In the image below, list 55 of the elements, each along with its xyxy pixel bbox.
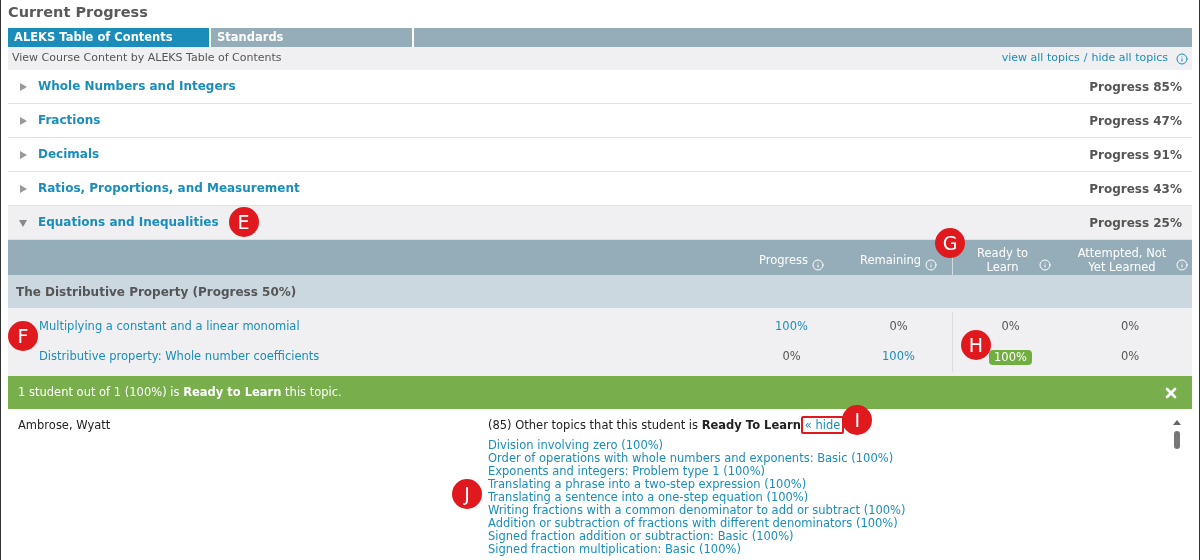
topic-link[interactable]: Multiplying a constant and a linear monomial [39,318,300,336]
category-progress: Progress 85% [1089,78,1182,96]
expand-triangle-icon[interactable] [18,115,28,126]
category-progress: Progress 91% [1089,146,1182,164]
topic-link[interactable]: Translating a sentence into a one-step equation (100%) [488,491,809,504]
info-icon[interactable] [1176,52,1188,65]
category-link[interactable]: Fractions [38,113,101,128]
link-separator: / [1083,50,1088,67]
category-link[interactable]: Whole Numbers and Integers [38,79,236,94]
column-header: Progress [758,252,809,267]
page-title: Current Progress [8,3,149,22]
subheader-text: View Course Content by ALEKS Table of Contents [12,50,282,67]
percent-cell: 0% [782,348,801,366]
column-header: Attempted, Not Yet Learned [1076,245,1168,274]
topic-link[interactable]: Signed fraction multiplication: Basic (100%) [488,543,741,556]
banner-text: 1 student out of 1 (100%) is Ready to Learn this topic. [18,383,342,401]
column-header: Ready to Learn [976,245,1029,274]
callout-marker: E [228,207,259,238]
percent-cell: 0% [1120,318,1140,336]
column-header: Remaining [859,252,922,267]
percent-cell: 0% [889,318,908,336]
topic-link[interactable]: Distributive property: Whole number coefficients [39,348,320,366]
expand-triangle-icon[interactable] [18,183,28,194]
hide-all-topics-link[interactable]: hide all topics [1091,50,1168,67]
topic-link[interactable]: Order of operations with whole numbers and exponents: Basic (100%) [488,452,894,465]
expand-triangle-icon[interactable] [18,81,28,92]
percent-cell: 0% [1001,318,1020,336]
topic-link[interactable]: Signed fraction addition or subtraction: Basic (100%) [488,530,794,543]
callout-marker: I [842,405,873,436]
percent-link[interactable]: 100% [775,318,808,336]
callout-marker: F [8,321,38,351]
callout-marker: J [452,479,482,509]
category-link[interactable]: Decimals [38,147,100,162]
category-progress: Progress 25% [1089,214,1182,232]
category-link[interactable]: Ratios, Proportions, and Measurement [38,181,300,196]
callout-marker: G [935,228,965,258]
category-progress: Progress 43% [1089,180,1182,198]
topic-group-title: The Distributive Property (Progress 50%) [16,283,297,301]
ready-summary: (85) Other topics that this student is Ready To Learn [488,417,801,435]
student-name: Ambrose, Wyatt [18,418,111,432]
percent-link[interactable]: 100% [882,348,915,366]
tab[interactable]: ALEKS Table of Contents [8,28,211,47]
percent-badge[interactable]: 100% [989,349,1032,365]
expand-triangle-icon[interactable] [18,149,28,160]
callout-marker: H [961,330,991,360]
view-all-topics-link[interactable]: view all topics [1001,50,1080,67]
category-progress: Progress 47% [1089,112,1182,130]
topic-link[interactable]: Division involving zero (100%) [488,439,664,452]
topic-link[interactable]: Writing fractions with a common denominator to add or subtract (100%) [488,504,906,517]
collapse-triangle-icon[interactable] [18,217,28,228]
topic-link[interactable]: Addition or subtraction of fractions with different denominators (100%) [488,517,898,530]
topic-link[interactable]: Exponents and integers: Problem type 1 (100%) [488,465,766,478]
percent-cell: 0% [1120,348,1140,366]
topic-link[interactable]: Translating a phrase into a two-step expression (100%) [488,478,807,491]
category-link[interactable]: Equations and Inequalities [38,215,219,230]
